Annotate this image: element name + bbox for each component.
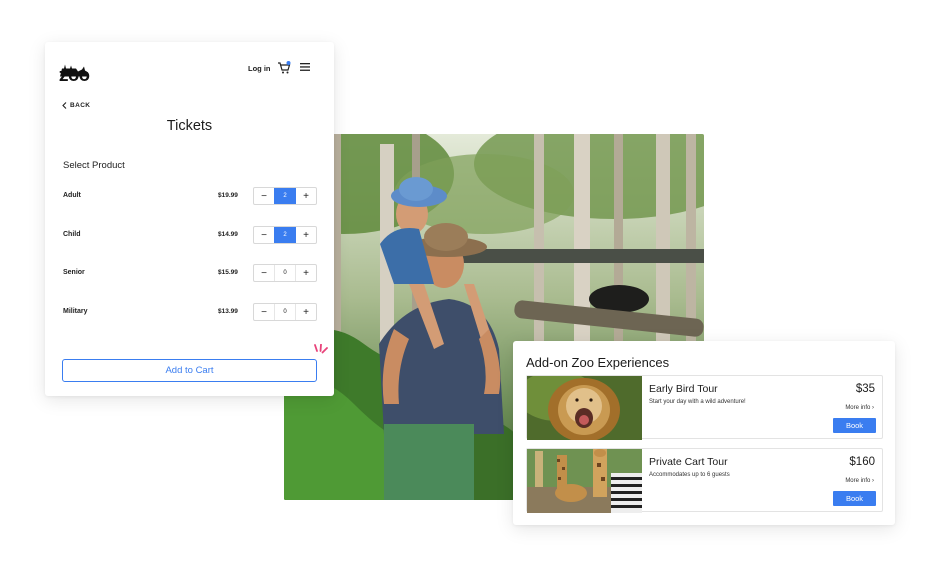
quantity-stepper: − 0 + xyxy=(253,264,317,282)
cart-icon[interactable] xyxy=(277,61,291,74)
quantity-stepper: − 2 + xyxy=(253,226,317,244)
quantity-stepper: − 0 + xyxy=(253,303,317,321)
menu-icon[interactable] xyxy=(300,63,310,71)
chevron-left-icon xyxy=(62,102,67,109)
ticket-name: Child xyxy=(63,231,81,238)
addon-description: Start your day with a wild adventure! xyxy=(649,399,746,405)
addon-price: $35 xyxy=(855,383,875,395)
ticket-row-adult: Adult $19.99 − 2 + xyxy=(63,187,317,205)
quantity-value[interactable]: 0 xyxy=(274,265,296,281)
giraffe-zebra-image xyxy=(527,449,642,513)
back-link[interactable]: BACK xyxy=(62,102,90,109)
addons-title: Add-on Zoo Experiences xyxy=(526,355,670,370)
quantity-value[interactable]: 2 xyxy=(274,227,296,243)
back-label: BACK xyxy=(70,102,91,109)
more-info-link[interactable]: More info › xyxy=(845,478,874,484)
ticket-row-military: Military $13.99 − 0 + xyxy=(63,303,317,321)
addon-card-early-bird: Early Bird Tour Start your day with a wi… xyxy=(526,375,883,440)
addons-panel: Add-on Zoo Experiences Early Bird Tour S… xyxy=(513,341,895,525)
quantity-value[interactable]: 2 xyxy=(274,188,296,204)
ticket-price: $13.99 xyxy=(218,308,238,315)
more-info-link[interactable]: More info › xyxy=(845,405,874,411)
addon-price: $160 xyxy=(849,456,875,468)
ticket-row-child: Child $14.99 − 2 + xyxy=(63,226,317,244)
increment-button[interactable]: + xyxy=(296,304,316,320)
login-link[interactable]: Log in xyxy=(248,64,271,73)
ticket-price: $19.99 xyxy=(218,192,238,199)
tickets-panel: ZOO Log in BACK Tickets Select Product A… xyxy=(45,42,334,396)
book-button[interactable]: Book xyxy=(833,491,876,506)
logo-text[interactable]: ZOO xyxy=(59,70,90,85)
decrement-button[interactable]: − xyxy=(254,188,274,204)
increment-button[interactable]: + xyxy=(296,265,316,281)
addon-title: Early Bird Tour xyxy=(649,383,718,395)
add-to-cart-button[interactable]: Add to Cart xyxy=(62,359,317,382)
page-title: Tickets xyxy=(166,118,213,134)
ticket-name: Senior xyxy=(63,269,85,276)
decrement-button[interactable]: − xyxy=(254,304,274,320)
addon-card-private-cart: Private Cart Tour Accommodates up to 6 g… xyxy=(526,448,883,513)
addon-description: Accommodates up to 6 guests xyxy=(649,472,730,478)
ticket-row-senior: Senior $15.99 − 0 + xyxy=(63,264,317,282)
sparkle-icon xyxy=(314,344,328,354)
book-button[interactable]: Book xyxy=(833,418,876,433)
addon-title: Private Cart Tour xyxy=(649,456,728,468)
increment-button[interactable]: + xyxy=(296,227,316,243)
increment-button[interactable]: + xyxy=(296,188,316,204)
ticket-price: $14.99 xyxy=(218,231,238,238)
quantity-stepper: − 2 + xyxy=(253,187,317,205)
ticket-name: Adult xyxy=(63,192,81,199)
ticket-price: $15.99 xyxy=(218,269,238,276)
decrement-button[interactable]: − xyxy=(254,227,274,243)
decrement-button[interactable]: − xyxy=(254,265,274,281)
lion-image xyxy=(527,376,642,440)
quantity-value[interactable]: 0 xyxy=(274,304,296,320)
ticket-name: Military xyxy=(63,308,88,315)
select-product-label: Select Product xyxy=(63,160,125,171)
